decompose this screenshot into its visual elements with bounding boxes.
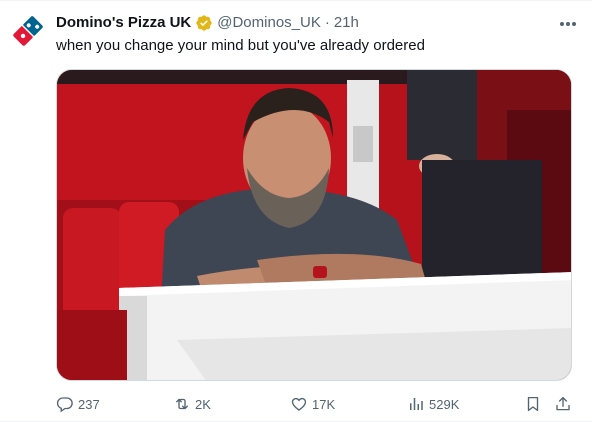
repost-count: 2K [195,396,211,412]
like-count: 17K [312,396,336,412]
tweet-photo[interactable] [56,69,572,381]
author-display-name[interactable]: Domino's Pizza UK [56,13,191,33]
verified-badge-icon[interactable] [195,14,213,32]
avatar[interactable] [8,11,48,51]
bookmark-button[interactable] [524,394,542,414]
heart-icon [290,395,308,413]
analytics-icon [407,395,425,413]
author-handle[interactable]: @Dominos_UK [217,13,321,33]
reply-icon [56,395,74,413]
repost-icon [173,395,191,413]
reply-count: 237 [78,396,100,412]
bookmark-icon [524,395,542,413]
header-separator: · [324,14,330,31]
tweet-text: when you change your mind but you've alr… [56,37,425,54]
like-button[interactable]: 17K [290,394,335,414]
action-bar: 237 2K 17K 529K [56,394,576,414]
tweet-header: Domino's Pizza UK @Dominos_UK · 21h [56,13,552,33]
reply-button[interactable]: 237 [56,394,100,414]
share-icon [554,395,572,413]
dominos-logo-icon [13,16,43,46]
repost-button[interactable]: 2K [173,394,211,414]
timestamp[interactable]: 21h [334,13,359,33]
views-count: 529K [429,396,460,412]
tweet[interactable]: Domino's Pizza UK @Dominos_UK · 21h when… [0,0,592,422]
more-options-icon[interactable] [558,15,578,33]
share-button[interactable] [554,394,572,414]
views-button[interactable]: 529K [407,394,459,414]
